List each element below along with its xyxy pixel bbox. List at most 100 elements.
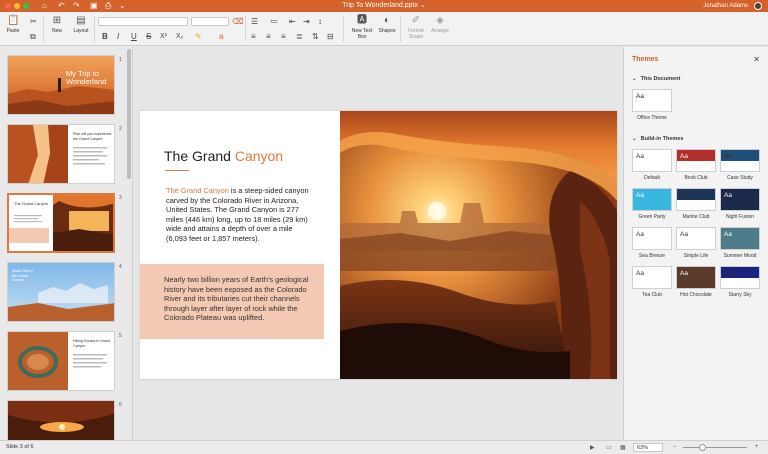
justify-icon[interactable]: ≣ (296, 32, 303, 41)
theme-sample-text: Aa (680, 153, 688, 160)
cut-icon[interactable]: ✂ (30, 17, 37, 26)
theme-name: Starry Sky (728, 292, 752, 298)
slide-title[interactable]: The Grand Canyon (164, 147, 283, 165)
slide-number: 2 (119, 126, 122, 132)
bold-button[interactable]: B (102, 32, 108, 41)
layout-button[interactable]: ▤ Layout (70, 15, 92, 34)
chevron-down-icon: ⌄ (632, 76, 637, 82)
slide-thumbnail-4[interactable]: South Rim in the Grand Canyon (7, 262, 115, 322)
zoom-slider-handle[interactable] (699, 444, 707, 451)
bullets-icon[interactable]: ☰ (251, 17, 258, 26)
clear-formatting-icon[interactable]: ⌫ (232, 17, 243, 26)
slide-thumbnail-5[interactable]: Hiking Routes in Grand Canyon (7, 331, 115, 391)
font-color-icon[interactable]: a (219, 32, 223, 41)
slide-thumbnail-3[interactable]: The Grand Canyon (7, 193, 115, 253)
theme-card[interactable]: Aa (676, 227, 716, 250)
subscript-button[interactable]: X₂ (176, 32, 183, 41)
theme-card[interactable]: Aa (632, 188, 672, 211)
arrange-button[interactable]: ◈ Arrange (429, 15, 451, 34)
built-in-themes-section-toggle[interactable]: ⌄ Build-in Themes (632, 136, 683, 142)
theme-card[interactable]: Aa (720, 149, 760, 172)
slide-thumbnail-2[interactable]: Plan will you experience the Grand Canyo… (7, 124, 115, 184)
line-spacing-icon[interactable]: ↕ (318, 17, 322, 26)
slide-thumbnail-1[interactable]: My Trip to Wonderland (7, 55, 115, 115)
zoom-out-icon[interactable]: − (673, 444, 677, 450)
indent-decrease-icon[interactable]: ⇤ (289, 17, 296, 26)
theme-sample-text: Aa (724, 153, 732, 160)
format-shape-button[interactable]: ✐ Format Shape (403, 15, 429, 40)
slide-sorter-icon[interactable]: ▦ (620, 444, 626, 451)
theme-color-swatches (724, 282, 748, 285)
normal-view-icon[interactable]: ▭ (606, 444, 612, 451)
theme-color-swatches (636, 243, 660, 246)
shapes-button[interactable]: ◐ Shapes (376, 15, 398, 34)
strikethrough-button[interactable]: S (146, 32, 151, 41)
superscript-button[interactable]: X² (160, 32, 167, 41)
theme-name: Green Party (638, 214, 666, 220)
themes-pane: Themes ✕ ⌄ This Document Aa Office Theme … (623, 47, 768, 440)
theme-card[interactable]: Aa (632, 266, 672, 289)
paste-button[interactable]: 📋 Paste (2, 15, 24, 34)
align-right-icon[interactable]: ≡ (281, 32, 286, 41)
font-size-select[interactable] (191, 17, 229, 26)
this-document-section-toggle[interactable]: ⌄ This Document (632, 76, 680, 82)
theme-color-swatches (636, 282, 660, 285)
theme-card[interactable]: Aa (676, 188, 716, 211)
document-title[interactable]: Trip To Wonderland.pptx (342, 2, 418, 9)
slide-count: Slide 3 of 6 (6, 444, 34, 450)
align-center-icon[interactable]: ≡ (266, 32, 271, 41)
play-icon[interactable]: ▶ (590, 444, 595, 451)
copy-icon[interactable]: ⧉ (30, 32, 36, 41)
clipboard-icon: 📋 (7, 15, 20, 26)
canyon-arch-photo[interactable] (340, 111, 617, 379)
user-avatar[interactable] (754, 2, 762, 10)
theme-color-swatches (636, 165, 660, 168)
theme-sample-text: Aa (724, 231, 732, 238)
powerpoint-window: ⌂ ↶ ↷ ▣ ⎙ ⌄ Trip To Wonderland.pptx ⌄ Jo… (0, 0, 768, 454)
new-text-box-button[interactable]: 🅰 New Text Box (349, 15, 375, 40)
numbering-icon[interactable]: ≔ (270, 17, 278, 26)
theme-card[interactable]: Aa (720, 227, 760, 250)
theme-name: Marine Club (682, 214, 710, 220)
zoom-level-select[interactable]: 63% (633, 443, 663, 452)
theme-office[interactable]: Aa (632, 89, 672, 112)
theme-card[interactable]: Aa (676, 149, 716, 172)
theme-name: Hot Chocolate (680, 292, 712, 298)
highlight-text-box[interactable]: Nearly two billion years of Earth's geol… (140, 264, 324, 339)
slide-number: 6 (119, 402, 122, 408)
indent-increase-icon[interactable]: ⇥ (303, 17, 310, 26)
status-bar: Slide 3 of 6 ▶ ▭ ▦ 63% − + (0, 440, 768, 454)
text-box-icon: 🅰 (357, 15, 367, 26)
current-slide[interactable]: The Grand Canyon The Grand Canyon is a s… (140, 111, 617, 379)
zoom-in-icon[interactable]: + (755, 444, 759, 450)
theme-card[interactable]: Aa (720, 266, 760, 289)
highlight-icon[interactable]: ✎ (195, 32, 202, 41)
ribbon-toolbar: 📋 Paste ✂ ⧉ ⊞ New ▤ Layout ⌫ B I U S X² … (0, 12, 768, 46)
theme-sample-text: Aa (724, 270, 732, 277)
theme-color-swatches (680, 282, 704, 285)
theme-name: Book Club (684, 175, 708, 181)
font-family-select[interactable] (98, 17, 188, 26)
chevron-down-icon[interactable]: ⌄ (420, 2, 426, 9)
chevron-down-icon: ⌄ (632, 136, 637, 142)
theme-card[interactable]: Aa (632, 149, 672, 172)
theme-color-swatches (680, 204, 704, 207)
zoom-slider[interactable] (683, 447, 747, 448)
slide-thumbnail-6[interactable] (7, 400, 115, 440)
underline-button[interactable]: U (131, 32, 137, 41)
user-name[interactable]: Jonathan Adams (703, 2, 748, 10)
vertical-align-icon[interactable]: ⊟ (327, 32, 334, 41)
align-left-icon[interactable]: ≡ (251, 32, 256, 41)
slides-scrollbar[interactable] (127, 49, 131, 179)
slide-5-title: Hiking Routes in Grand Canyon (73, 339, 111, 348)
slide-body-text[interactable]: The Grand Canyon is a steep-sided canyon… (166, 186, 310, 244)
italic-button[interactable]: I (117, 32, 119, 41)
theme-card[interactable]: Aa (720, 188, 760, 211)
new-slide-button[interactable]: ⊞ New (46, 15, 68, 34)
theme-card[interactable]: Aa (676, 266, 716, 289)
text-direction-icon[interactable]: ⇅ (312, 32, 319, 41)
theme-name: Tea Club (642, 292, 662, 298)
theme-card[interactable]: Aa (632, 227, 672, 250)
brush-icon: ✐ (411, 15, 421, 26)
close-icon[interactable]: ✕ (753, 55, 760, 64)
